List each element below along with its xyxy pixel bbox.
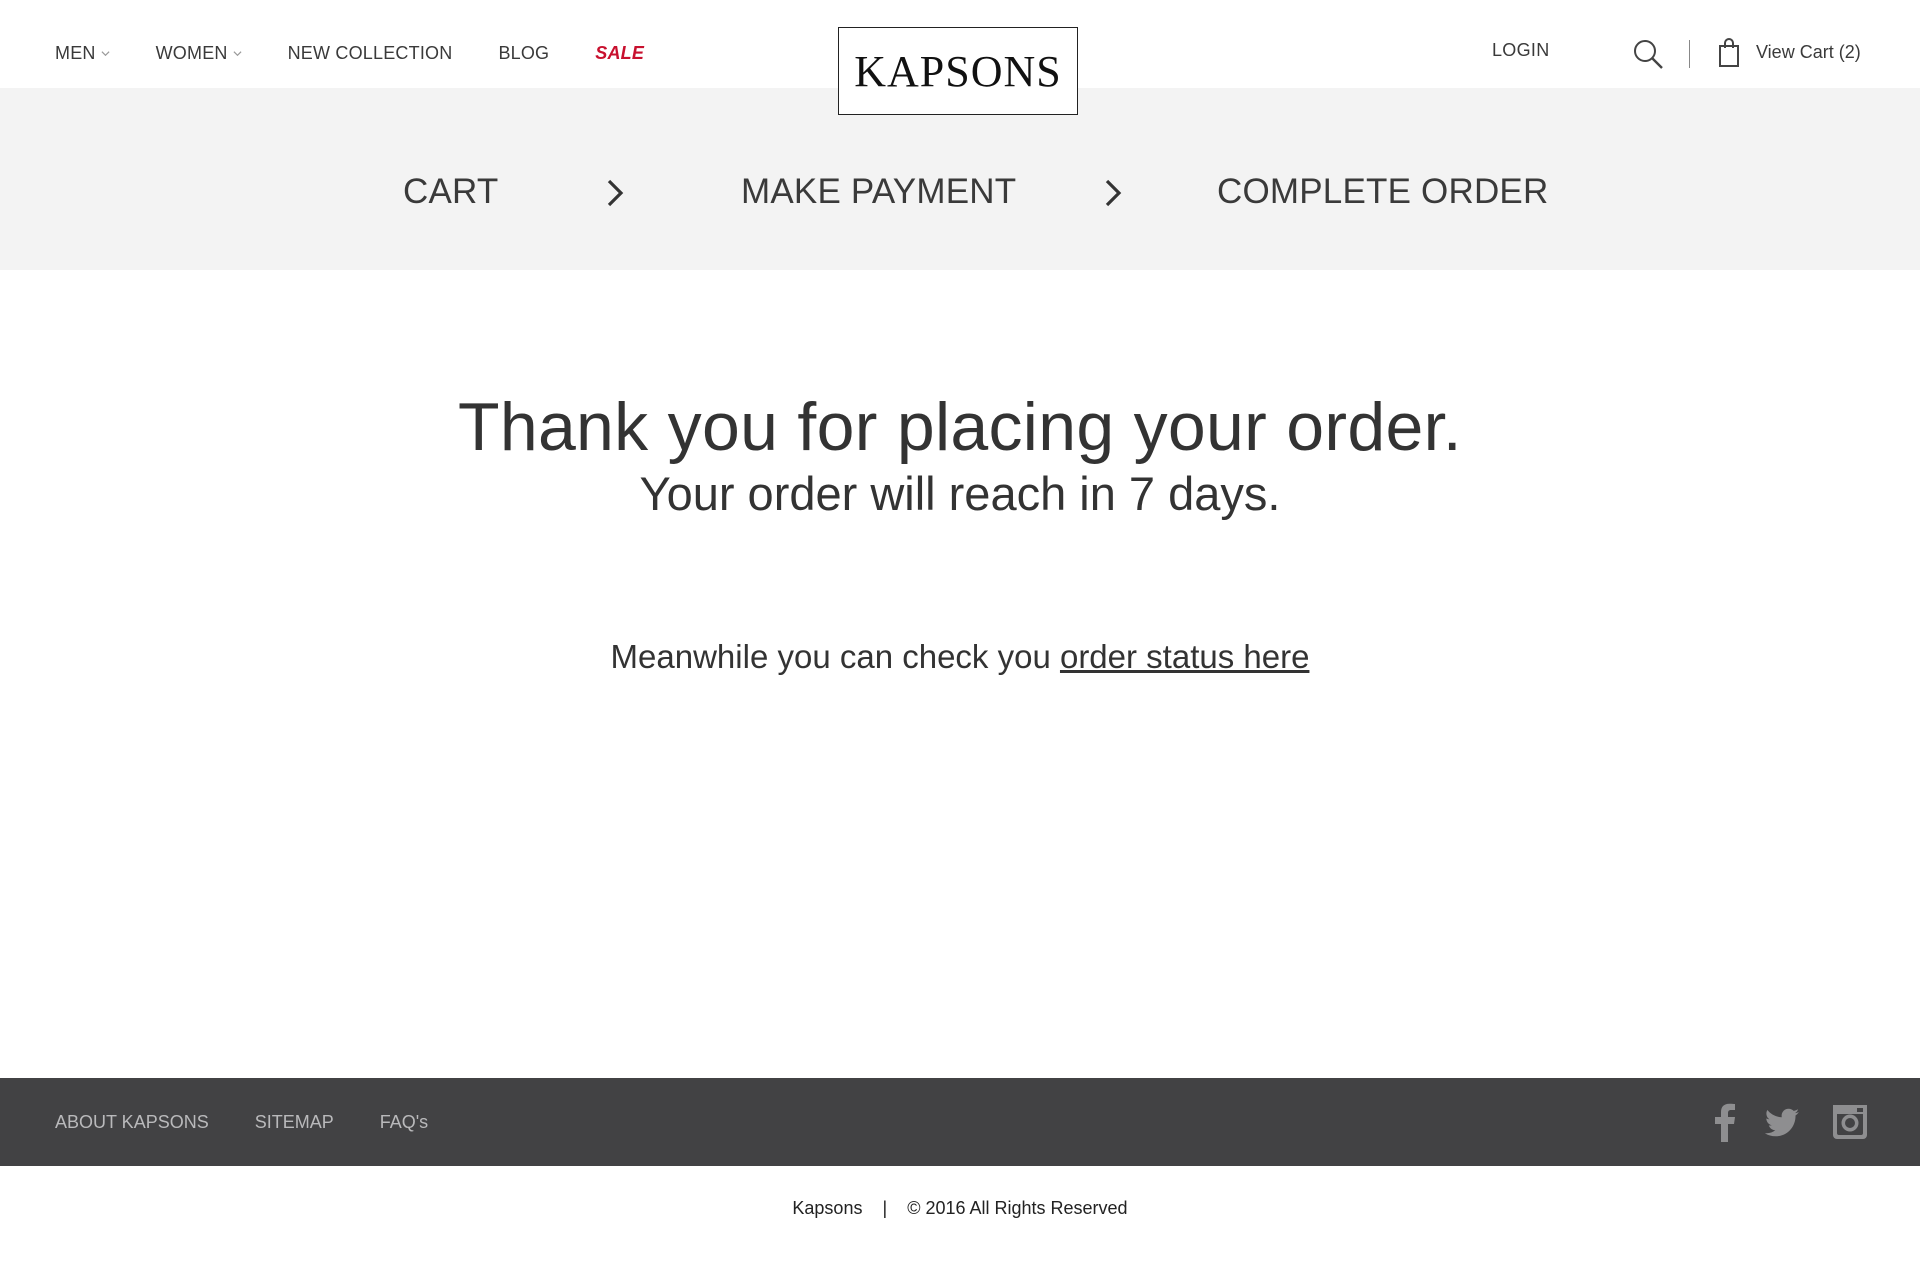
chevron-right-icon [607,179,624,207]
nav-men[interactable]: MEN [55,43,110,64]
nav-blog[interactable]: BLOG [498,43,549,64]
login-link[interactable]: LOGIN [1492,40,1550,61]
nav-women-label: WOMEN [155,42,228,63]
nav-men-label: MEN [55,42,96,63]
nav-women[interactable]: WOMEN [156,43,242,64]
footer-links: ABOUT KAPSONS SITEMAP FAQ's [55,1078,474,1166]
view-cart-link[interactable]: View Cart (2) [1756,42,1861,63]
nav-sale[interactable]: SALE [595,43,644,64]
instagram-icon[interactable] [1830,1100,1870,1144]
facebook-icon[interactable] [1705,1100,1745,1144]
footer-sitemap-link[interactable]: SITEMAP [255,1112,334,1133]
step-cart: CART [403,172,499,211]
copyright-text: © 2016 All Rights Reserved [907,1198,1128,1218]
site-footer: ABOUT KAPSONS SITEMAP FAQ's [0,1078,1920,1166]
chevron-down-icon [233,51,242,57]
chevron-down-icon [101,51,110,57]
copyright-separator: | [882,1198,888,1218]
order-status-message: Meanwhile you can check you order status… [0,638,1920,676]
meanwhile-text: Meanwhile you can check you [610,638,1060,675]
order-status-link[interactable]: order status here [1060,638,1309,675]
header-divider [1689,40,1690,68]
footer-about-link[interactable]: ABOUT KAPSONS [55,1112,209,1133]
delivery-estimate: Your order will reach in 7 days. [639,467,1281,520]
kapsons-logo[interactable]: KAPSONS [838,27,1078,115]
copyright-brand: Kapsons [792,1198,863,1218]
chevron-right-icon [1105,179,1122,207]
checkout-steps: CART MAKE PAYMENT COMPLETE ORDER [0,88,1920,270]
thank-you-heading: Thank you for placing your order. [457,389,1462,465]
twitter-icon[interactable] [1762,1100,1802,1144]
search-icon[interactable] [1632,38,1664,70]
step-make-payment: MAKE PAYMENT [741,172,1017,211]
step-complete-order: COMPLETE ORDER [1217,172,1549,211]
copyright-line: Kapsons | © 2016 All Rights Reserved [0,1198,1920,1219]
shopping-bag-icon[interactable] [1718,38,1740,68]
nav-new-collection[interactable]: NEW COLLECTION [288,43,453,64]
footer-faqs-link[interactable]: FAQ's [380,1112,428,1133]
